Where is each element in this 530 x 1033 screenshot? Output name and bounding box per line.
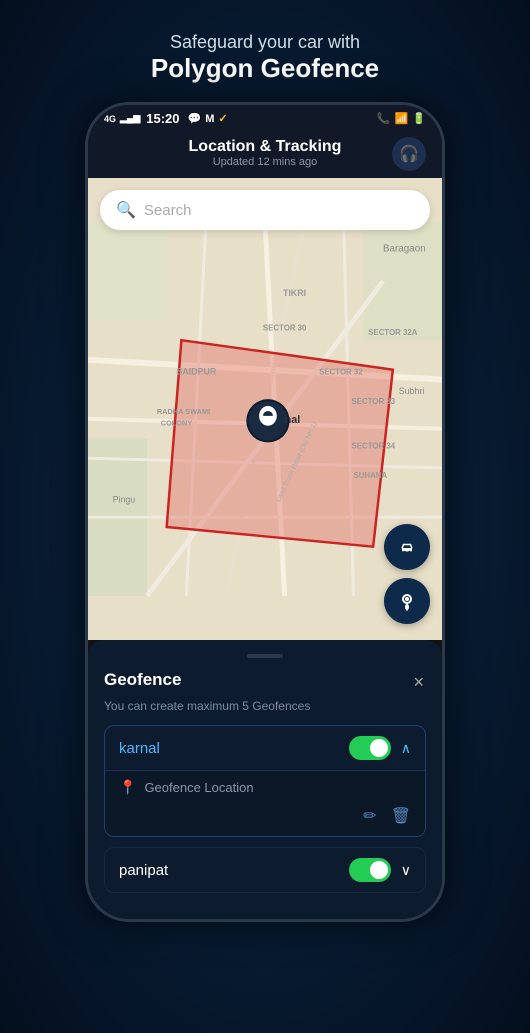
car-location-fab[interactable] [384,524,430,570]
svg-text:COLONY: COLONY [161,419,193,428]
battery-icon: 🔋 [412,112,426,125]
chevron-down-panipat[interactable]: ∨ [401,862,411,879]
svg-text:RADHA SWAMI: RADHA SWAMI [157,407,210,416]
geofence-toggle-panipat[interactable] [349,858,391,882]
geofence-name-karnal: karnal [119,740,160,757]
geofence-controls-karnal: ∧ [349,736,411,760]
panel-header: Geofence × [104,670,426,695]
header-text: Location & Tracking Updated 12 mins ago [189,138,342,168]
svg-text:Subhri: Subhri [399,386,425,396]
geofence-name-panipat: panipat [119,862,168,879]
svg-text:SECTOR 33: SECTOR 33 [352,397,396,406]
svg-text:nal: nal [285,414,301,426]
svg-text:SECTOR 30: SECTOR 30 [263,324,307,333]
header-title: Location & Tracking [189,138,342,156]
signal-icon: 4G [104,114,116,124]
toggle-knob-karnal [370,739,388,757]
panel-handle [247,654,283,658]
delete-icon[interactable]: 🗑 [391,806,411,826]
svg-text:SAIDPUR: SAIDPUR [177,367,217,377]
status-bar: 4G ▂▄▆ 15:20 💬 M ✓ 📞 📶 🔋 [88,105,442,130]
geofence-item-panipat: panipat ∨ [104,847,426,893]
headline-area: Safeguard your car with Polygon Geofence [151,32,379,84]
svg-text:TIKRI: TIKRI [283,288,306,298]
check-icon: ✓ [218,112,227,125]
geofence-item-header-panipat[interactable]: panipat ∨ [105,848,425,892]
panel-close-button[interactable]: × [411,670,426,695]
headline-title: Polygon Geofence [151,53,379,84]
chevron-up-karnal[interactable]: ∧ [401,740,411,757]
search-placeholder: Search [144,202,192,219]
panel-title: Geofence [104,670,181,690]
status-time: 15:20 [146,111,179,126]
headphone-button[interactable]: 🎧 [392,137,426,171]
geofence-item-karnal: karnal ∧ 📍 Geofence Location ✏ 🗑 [104,725,426,837]
svg-text:SECTOR 32A: SECTOR 32A [368,328,418,337]
geofence-location-row: 📍 Geofence Location [119,779,411,796]
geofence-panel: Geofence × You can create maximum 5 Geof… [88,640,442,919]
geofence-item-header-karnal[interactable]: karnal ∧ [105,726,425,770]
toggle-knob-panipat [370,861,388,879]
geofence-controls-panipat: ∨ [349,858,411,882]
app-header: Location & Tracking Updated 12 mins ago … [88,130,442,178]
geofence-actions: ✏ 🗑 [119,806,411,826]
svg-text:Pingu: Pingu [113,495,136,505]
map-container[interactable]: Baragaon TIKRI SECTOR 30 SECTOR 32A SECT… [88,178,442,640]
geofence-location-label: Geofence Location [144,780,253,795]
svg-text:SECTOR 34: SECTOR 34 [352,442,396,451]
headline-subtitle: Safeguard your car with [151,32,379,53]
wifi-icon: 📶 [395,112,409,125]
geofence-expanded-karnal: 📍 Geofence Location ✏ 🗑 [105,770,425,836]
map-search-bar[interactable]: 🔍 Search [100,190,430,230]
call-icon: 📞 [377,112,391,125]
status-icons: 📞 📶 🔋 [377,112,426,125]
location-pin-icon: 📍 [119,779,136,796]
geofence-toggle-karnal[interactable] [349,736,391,760]
edit-icon[interactable]: ✏ [363,806,376,826]
pin-fab[interactable] [384,578,430,624]
whatsapp-icon: 💬 [188,112,202,125]
svg-text:Baragaon: Baragaon [383,244,426,255]
status-left: 4G ▂▄▆ 15:20 💬 M ✓ [104,111,228,126]
svg-text:SECTOR 32: SECTOR 32 [319,368,363,377]
search-icon: 🔍 [116,200,136,220]
svg-text:SUHANA: SUHANA [354,471,388,480]
map-fab-container [384,524,430,624]
header-subtitle: Updated 12 mins ago [189,156,342,168]
panel-description: You can create maximum 5 Geofences [104,699,426,713]
signal-bars: ▂▄▆ [120,113,140,124]
maps-icon: M [205,113,214,125]
headphone-icon: 🎧 [399,144,419,164]
phone-shell: 4G ▂▄▆ 15:20 💬 M ✓ 📞 📶 🔋 Location & Trac… [85,102,445,922]
